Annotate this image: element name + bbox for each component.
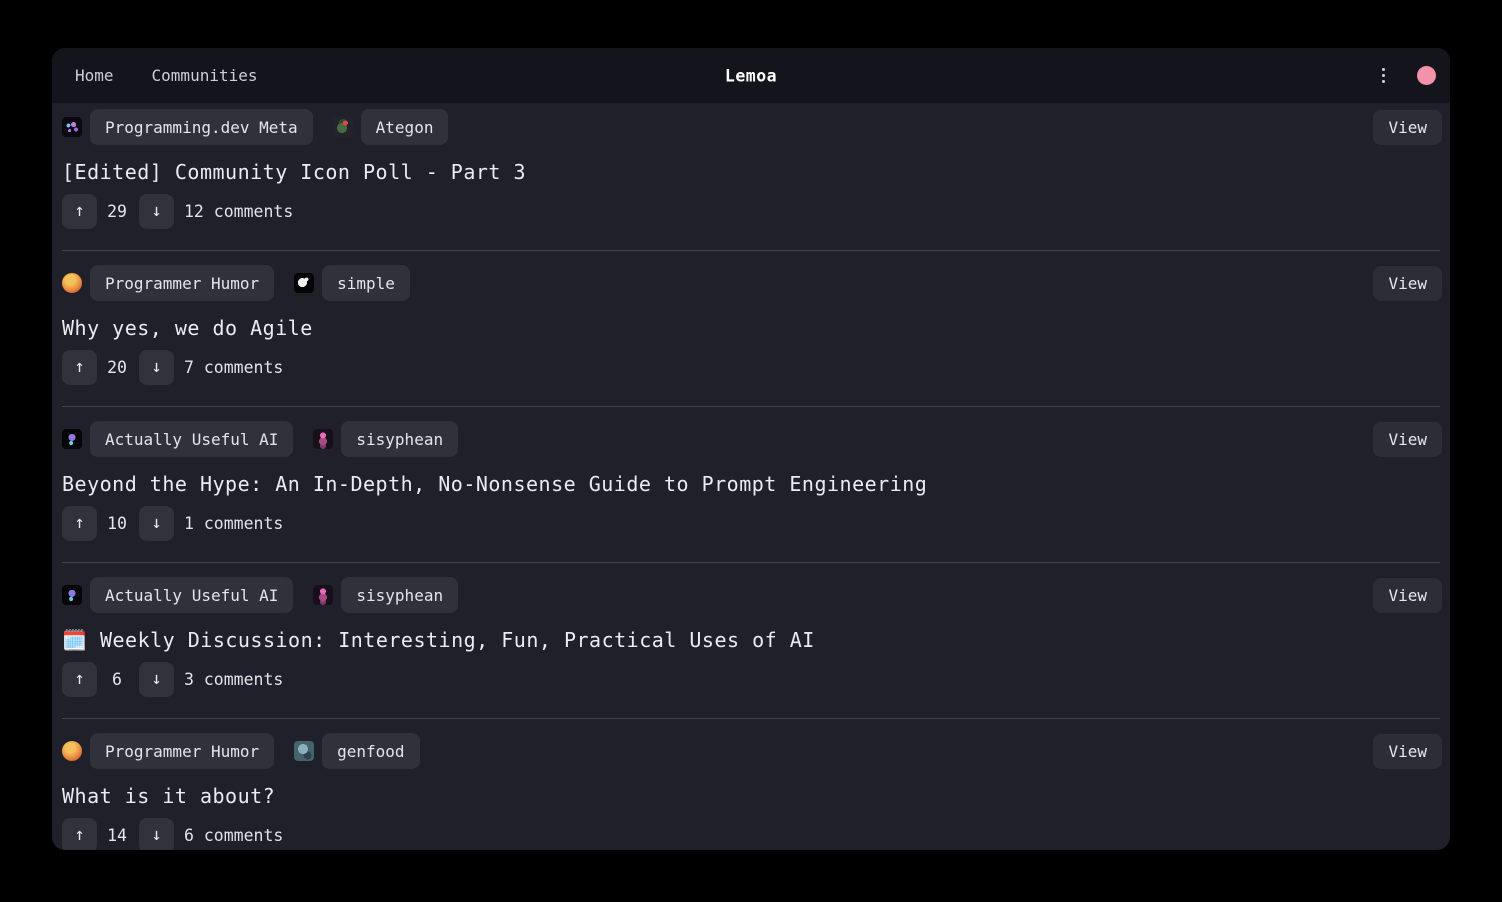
vote-row: ↑ 29 ↓ 12 comments [60, 194, 1442, 229]
vertical-ellipsis-icon [1382, 68, 1385, 83]
community-avatar-icon [62, 429, 82, 449]
nav-communities[interactable]: Communities [139, 58, 271, 93]
downvote-button[interactable]: ↓ [139, 350, 174, 385]
author-avatar-icon [313, 585, 333, 605]
view-post-button[interactable]: View [1373, 266, 1442, 301]
author-button[interactable]: Ategon [361, 109, 449, 145]
post-score: 20 [97, 358, 137, 377]
upvote-button[interactable]: ↑ [62, 194, 97, 229]
app-title: Lemoa [725, 66, 777, 85]
downvote-button[interactable]: ↓ [139, 662, 174, 697]
menu-button[interactable] [1374, 62, 1393, 89]
vote-row: ↑ 10 ↓ 1 comments [60, 506, 1442, 541]
community-button[interactable]: Actually Useful AI [90, 577, 293, 613]
post-title: Why yes, we do Agile [62, 314, 1442, 342]
post-score: 6 [97, 670, 137, 689]
post-card: Actually Useful AI sisyphean View Beyond… [60, 407, 1442, 562]
community-avatar-icon [62, 741, 82, 761]
post-card: Actually Useful AI sisyphean View 🗓️ Wee… [60, 563, 1442, 718]
community-button[interactable]: Programmer Humor [90, 265, 274, 301]
author-button[interactable]: sisyphean [341, 577, 458, 613]
header-bar: Home Communities Lemoa [52, 48, 1450, 103]
post-meta-row: Actually Useful AI sisyphean View [60, 577, 1442, 613]
post-meta-row: Programming.dev Meta Ategon View [60, 109, 1442, 145]
view-post-button[interactable]: View [1373, 110, 1442, 145]
header-actions [1374, 62, 1436, 89]
upvote-button[interactable]: ↑ [62, 818, 97, 850]
post-score: 14 [97, 826, 137, 845]
downvote-button[interactable]: ↓ [139, 506, 174, 541]
community-avatar-icon [62, 117, 82, 137]
author-button[interactable]: simple [322, 265, 410, 301]
post-title: [Edited] Community Icon Poll - Part 3 [62, 158, 1442, 186]
author-button[interactable]: genfood [322, 733, 419, 769]
comments-count: 6 comments [184, 826, 283, 845]
community-button[interactable]: Actually Useful AI [90, 421, 293, 457]
author-avatar-icon [294, 273, 314, 293]
post-title: What is it about? [62, 782, 1442, 810]
comments-count: 7 comments [184, 358, 283, 377]
post-meta-row: Programmer Humor genfood View [60, 733, 1442, 769]
post-meta-row: Programmer Humor simple View [60, 265, 1442, 301]
post-card: Programming.dev Meta Ategon View [Edited… [60, 103, 1442, 250]
upvote-button[interactable]: ↑ [62, 350, 97, 385]
view-post-button[interactable]: View [1373, 422, 1442, 457]
upvote-button[interactable]: ↑ [62, 506, 97, 541]
comments-count: 3 comments [184, 670, 283, 689]
community-button[interactable]: Programmer Humor [90, 733, 274, 769]
community-avatar-icon [62, 273, 82, 293]
community-button[interactable]: Programming.dev Meta [90, 109, 313, 145]
vote-row: ↑ 14 ↓ 6 comments [60, 818, 1442, 850]
app-window: Home Communities Lemoa Programming.dev M… [52, 48, 1450, 850]
view-post-button[interactable]: View [1373, 734, 1442, 769]
account-avatar[interactable] [1417, 66, 1436, 85]
author-avatar-icon [333, 117, 353, 137]
author-button[interactable]: sisyphean [341, 421, 458, 457]
vote-row: ↑ 6 ↓ 3 comments [60, 662, 1442, 697]
post-feed: Programming.dev Meta Ategon View [Edited… [52, 103, 1450, 850]
view-post-button[interactable]: View [1373, 578, 1442, 613]
author-avatar-icon [294, 741, 314, 761]
comments-count: 12 comments [184, 202, 293, 221]
comments-count: 1 comments [184, 514, 283, 533]
post-title: 🗓️ Weekly Discussion: Interesting, Fun, … [62, 626, 1442, 654]
upvote-button[interactable]: ↑ [62, 662, 97, 697]
downvote-button[interactable]: ↓ [139, 194, 174, 229]
post-title: Beyond the Hype: An In-Depth, No-Nonsens… [62, 470, 1442, 498]
nav-home[interactable]: Home [62, 58, 127, 93]
post-card: Programmer Humor genfood View What is it… [60, 719, 1442, 850]
author-avatar-icon [313, 429, 333, 449]
post-score: 10 [97, 514, 137, 533]
vote-row: ↑ 20 ↓ 7 comments [60, 350, 1442, 385]
post-meta-row: Actually Useful AI sisyphean View [60, 421, 1442, 457]
downvote-button[interactable]: ↓ [139, 818, 174, 850]
community-avatar-icon [62, 585, 82, 605]
post-score: 29 [97, 202, 137, 221]
post-card: Programmer Humor simple View Why yes, we… [60, 251, 1442, 406]
